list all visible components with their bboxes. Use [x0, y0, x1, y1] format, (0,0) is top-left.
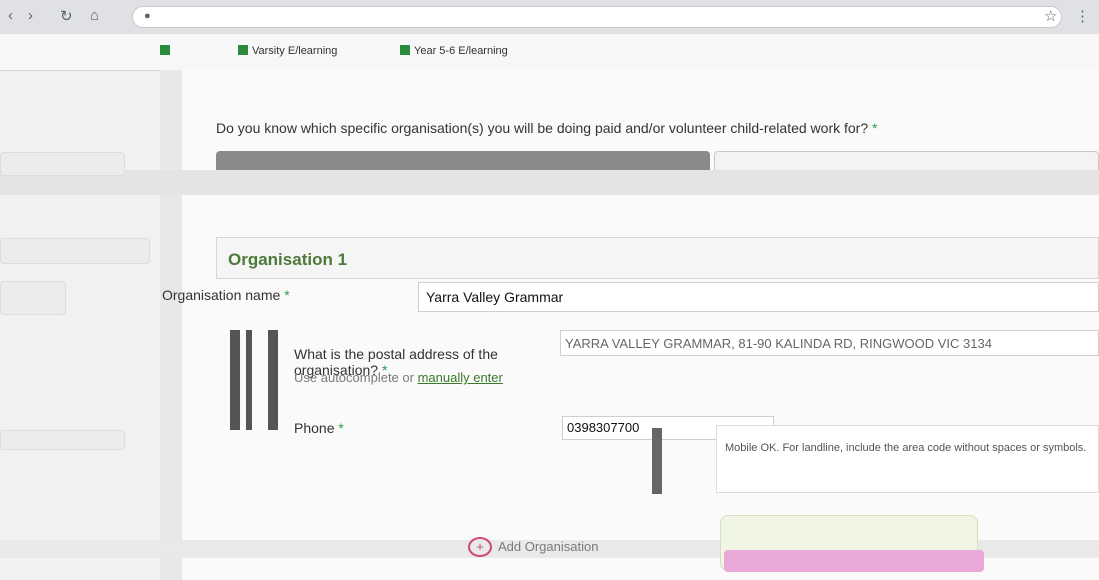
overlay-band [0, 170, 1099, 195]
divider [246, 330, 252, 430]
phone-label: Phone * [294, 420, 344, 436]
lock-icon: ● [144, 10, 151, 22]
divider [268, 330, 278, 430]
bookmark-icon [160, 45, 170, 55]
divider [652, 428, 662, 494]
known-organisation-question: Do you know which specific organisation(… [216, 120, 878, 136]
bookmark-icon [400, 45, 410, 55]
address-help: Use autocomplete or manually enter [294, 370, 503, 385]
reload-icon[interactable]: ↻ [60, 7, 73, 25]
highlight-bar [724, 550, 984, 572]
address-input[interactable]: YARRA VALLEY GRAMMAR, 81-90 KALINDA RD, … [560, 330, 1099, 356]
bookmark-item[interactable]: Year 5-6 E/learning [400, 45, 508, 57]
organisation-name-input[interactable]: Yarra Valley Grammar [418, 282, 1099, 312]
form-page [160, 70, 1099, 580]
left-panel [0, 152, 125, 176]
left-panel [0, 430, 125, 450]
required-marker: * [872, 120, 878, 136]
manually-enter-link[interactable]: manually enter [418, 370, 503, 385]
plus-icon: + [468, 537, 492, 557]
organisation-title: Organisation 1 [228, 250, 348, 269]
home-icon[interactable]: ⌂ [90, 7, 99, 24]
phone-help-box: Mobile OK. For landline, include the are… [716, 425, 1099, 493]
organisation-name-label: Organisation name * [162, 287, 290, 303]
back-icon[interactable]: ‹ [8, 7, 13, 24]
divider [230, 330, 240, 430]
star-icon[interactable]: ☆ [1044, 7, 1057, 25]
bookmark-icon [238, 45, 248, 55]
organisation-panel [216, 237, 1099, 279]
menu-icon[interactable]: ⋮ [1075, 7, 1090, 25]
bookmark-item[interactable]: Varsity E/learning [238, 45, 337, 57]
add-organisation-button[interactable]: + Add Organisation [420, 535, 720, 559]
left-panel [0, 281, 66, 315]
forward-icon[interactable]: › [28, 7, 33, 24]
address-bar[interactable] [132, 6, 1062, 28]
bookmark-item[interactable] [160, 45, 174, 57]
left-panel [0, 238, 150, 264]
